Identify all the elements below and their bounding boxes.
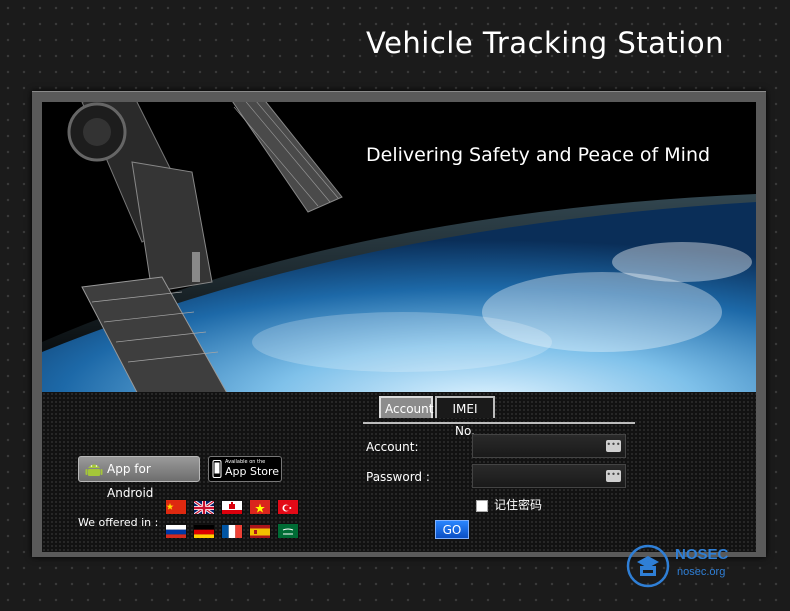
android-app-button[interactable]: App for Android [78,456,200,500]
remember-label: 记住密码 [494,498,543,512]
france-flag[interactable] [222,524,242,538]
uk-flag[interactable] [194,500,214,514]
account-field-wrapper: ••• [472,434,626,458]
tab-imei[interactable]: IMEI No. [435,396,495,438]
account-label: Account: [366,440,419,454]
germany-flag[interactable] [194,524,214,538]
password-label: Password : [366,470,430,484]
account-input[interactable] [473,435,601,457]
vietnam-flag[interactable] [250,500,270,514]
russia-flag[interactable] [166,524,186,538]
password-field-wrapper: ••• [472,464,626,488]
android-icon [85,464,103,476]
autofill-icon[interactable]: ••• [606,440,621,452]
appstore-button[interactable]: Available on the App Store [208,456,282,482]
login-tabs: Account IMEI No. [363,396,635,438]
login-area: Account IMEI No. Account: ••• Password :… [42,392,756,552]
languages-label: We offered in : [78,516,159,529]
nosec-url: nosec.org [677,566,726,578]
gibraltar-flag[interactable] [222,500,242,514]
phone-icon [212,460,222,478]
remember-password: 记住密码 [476,496,542,513]
banner: Delivering Safety and Peace of Mind [42,102,756,392]
spain-flag[interactable] [250,524,270,538]
page-title: Vehicle Tracking Station [366,26,724,60]
saudi-arabia-flag[interactable] [278,524,298,538]
login-frame: Delivering Safety and Peace of Mind Acco… [32,91,766,557]
tab-account[interactable]: Account [379,396,433,418]
nosec-name: NOSEC [675,546,729,563]
login-panel: Delivering Safety and Peace of Mind Acco… [42,102,756,552]
china-flag[interactable] [166,500,186,514]
go-button[interactable]: GO [435,520,469,539]
nosec-logo-icon [626,544,670,588]
password-input[interactable] [473,465,601,487]
appstore-label: App Store [225,465,280,478]
tagline: Delivering Safety and Peace of Mind [366,144,711,166]
remember-checkbox[interactable] [476,499,488,512]
android-label: App for Android [107,462,154,500]
turkey-flag[interactable] [278,500,298,514]
autofill-icon[interactable]: ••• [606,470,621,482]
